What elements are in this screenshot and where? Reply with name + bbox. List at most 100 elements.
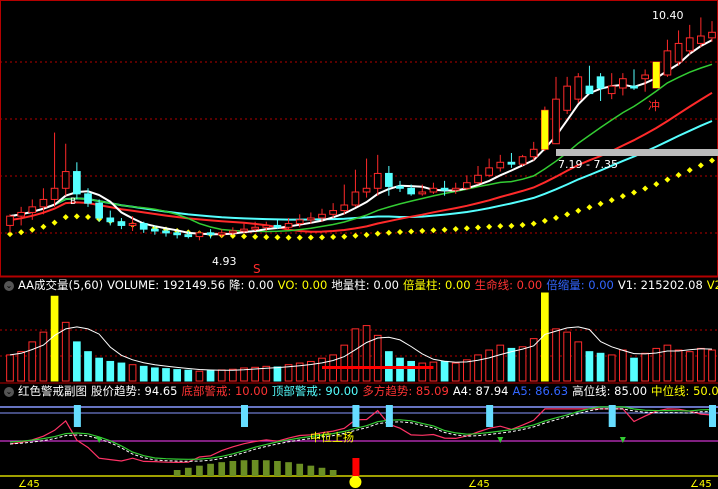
diamond-marker <box>586 204 593 211</box>
diamond-marker <box>541 217 548 224</box>
range-band <box>556 149 718 156</box>
sell-signal: S <box>253 262 261 276</box>
bottom-green-bar <box>296 463 304 476</box>
candle-body <box>630 85 638 89</box>
warn-item: 多方趋势: 85.09 <box>362 384 449 398</box>
candle-body <box>284 223 293 228</box>
diamond-marker <box>241 233 247 240</box>
high-price-label: 10.40 <box>652 9 684 22</box>
collapse-icon[interactable]: ⌄ <box>4 386 14 397</box>
bottom-green-bar <box>307 465 315 476</box>
diamond-marker <box>408 228 415 235</box>
volume-item: V1: 215202.08 <box>617 278 703 292</box>
volume-bar <box>217 369 226 382</box>
diamond-marker <box>252 233 259 240</box>
candle-body <box>39 198 48 208</box>
diamond-marker <box>374 230 381 237</box>
candle-body <box>173 232 181 236</box>
candle-body <box>418 191 427 195</box>
volume-bar <box>563 331 571 382</box>
candle-body <box>329 210 337 215</box>
warn-item: 高位线: 85.00 <box>572 384 648 398</box>
candle-body <box>596 76 605 89</box>
candle-body <box>396 185 404 189</box>
a5-line <box>9 406 713 460</box>
volume-bar <box>518 346 527 382</box>
warn-item: 底部警戒: 10.00 <box>181 384 268 398</box>
volume-bar <box>173 369 181 382</box>
angle-label: ∠45 <box>18 479 40 489</box>
diamond-marker <box>51 219 58 226</box>
diamond-marker <box>441 226 448 233</box>
bottom-green-bar <box>218 462 226 476</box>
volume-ground-band <box>322 366 434 369</box>
range-label: 7.19 - 7.35 <box>558 158 618 171</box>
highlight-candle <box>541 110 549 150</box>
candle-body <box>206 232 215 236</box>
diamond-marker <box>285 234 292 241</box>
candle-body <box>340 204 349 212</box>
candle-body <box>240 228 248 232</box>
diamond-marker <box>530 220 537 227</box>
candle-body <box>585 85 594 95</box>
volume-bar <box>619 349 627 382</box>
volume-bar <box>407 360 415 382</box>
volume-bar <box>529 338 538 382</box>
volume-bar <box>151 367 159 382</box>
diamond-marker <box>352 232 359 239</box>
volume-bar <box>641 352 649 382</box>
candle-body <box>318 213 326 219</box>
bottom-green-bar <box>274 460 281 476</box>
volume-bar <box>73 341 81 382</box>
candle-body <box>663 50 672 76</box>
candle-body <box>574 76 583 100</box>
top-warning-bar <box>352 405 360 427</box>
candle-body <box>351 191 360 206</box>
diamond-marker <box>341 233 348 240</box>
volume-bar <box>117 362 126 382</box>
bottom-green-bar <box>262 460 270 476</box>
collapse-icon[interactable]: ⌄ <box>4 280 14 291</box>
bottom-green-bar <box>251 460 259 476</box>
warn-item: 股价趋势: 94.65 <box>91 384 178 398</box>
diamond-marker <box>319 234 325 241</box>
diamond-marker <box>430 227 437 234</box>
angle-label: ∠45 <box>690 479 712 489</box>
volume-item: 生命线: 0.00 <box>474 278 543 292</box>
candle-body <box>84 193 92 204</box>
highlight-candle <box>652 62 660 88</box>
volume-bar <box>574 341 583 382</box>
diamond-marker <box>608 197 615 204</box>
diamond-marker <box>597 200 604 207</box>
volume-bar <box>674 349 683 382</box>
volume-bar <box>318 357 326 382</box>
top-warning-bar <box>709 405 716 427</box>
candle-body <box>106 217 115 223</box>
volume-bar <box>195 370 204 382</box>
diamond-marker <box>686 167 693 174</box>
low-price-label: 4.93 <box>212 255 237 268</box>
volume-bar <box>106 360 115 382</box>
volume-bar <box>206 370 215 382</box>
volume-bar <box>451 362 460 382</box>
candle-body <box>6 215 14 226</box>
candle-body <box>128 223 137 226</box>
diamond-marker <box>486 223 493 230</box>
diamond-marker <box>463 225 470 232</box>
volume-item: 倍量柱: 0.00 <box>402 278 471 292</box>
volume-bar <box>184 369 193 382</box>
volume-bar <box>28 341 37 382</box>
diamond-marker <box>40 223 47 230</box>
volume-bar <box>485 349 493 382</box>
candle-body <box>28 206 37 213</box>
volume-bar <box>362 325 371 382</box>
volume-bar <box>340 344 349 382</box>
candle-body <box>295 219 304 225</box>
volume-bar <box>685 351 694 382</box>
warn-item: A4: 87.94 <box>452 384 509 398</box>
down-arrow-icon <box>619 437 626 443</box>
signal-mark: 冲 <box>648 98 660 113</box>
volume-bar <box>607 354 616 382</box>
bottom-green-bar <box>207 463 214 476</box>
volume-bar <box>95 357 103 382</box>
